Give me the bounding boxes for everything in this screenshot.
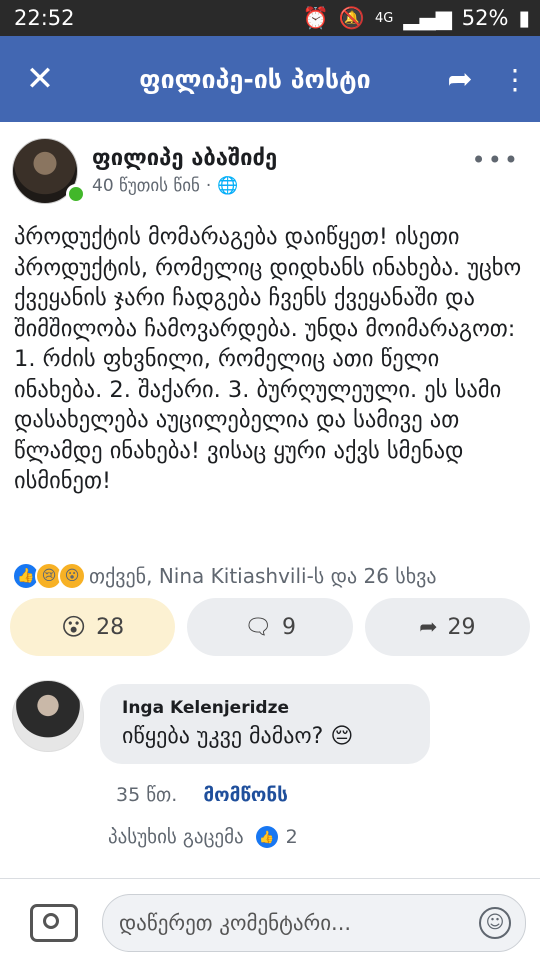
post-time[interactable]: 40 წუთის წინ — [92, 176, 200, 196]
share-icon: ➦ — [419, 614, 438, 640]
reactions-text: თქვენ, Nina Kitiashvili-ს და 26 სხვა — [89, 564, 437, 588]
post-options-icon[interactable]: ••• — [472, 146, 520, 174]
comment-count: 9 — [281, 614, 296, 640]
comment-reply-row: პასუხის გაცემა 👍 2 — [108, 826, 298, 848]
comment-actions: 35 წთ. მომწონს — [116, 784, 288, 806]
dot-separator: · — [205, 176, 212, 196]
globe-icon: 🌐 — [217, 176, 239, 196]
comment-input-placeholder: დაწერეთ კომენტარი... — [119, 911, 352, 935]
vertical-dots-icon[interactable]: ⋮ — [490, 63, 540, 96]
comment-composer: დაწერეთ კომენტარი... ☺ — [0, 886, 540, 960]
online-indicator — [66, 184, 86, 204]
comment-like-number: 2 — [285, 826, 298, 848]
comment-input[interactable]: დაწერეთ კომენტარი... ☺ — [102, 894, 526, 952]
share-button[interactable]: ➦ 29 — [364, 598, 530, 656]
emoji-icon[interactable]: ☺ — [479, 907, 511, 939]
post-meta: 40 წუთის წინ · 🌐 — [92, 176, 238, 196]
close-icon[interactable]: ✕ — [0, 59, 80, 99]
camera-icon[interactable] — [30, 904, 78, 942]
share-arrow-icon[interactable]: ➦ — [430, 62, 490, 97]
share-count: 29 — [447, 614, 476, 640]
wow-reaction-icon: 😮 — [58, 562, 86, 590]
status-bar: 22:52 ⏰ 🔕 4G ▂▄▆ 52% ▮ — [0, 0, 540, 36]
post-action-buttons: 😮 28 🗨 9 ➦ 29 — [10, 598, 530, 656]
wow-count: 28 — [96, 614, 125, 640]
page-title: ფილიპე-ის პოსტი — [139, 64, 371, 94]
wow-reaction-button[interactable]: 😮 28 — [10, 598, 176, 656]
divider — [0, 878, 540, 879]
post-header: ფილიპე აბაშიძე 40 წუთის წინ · 🌐 ••• — [0, 132, 540, 212]
comment-icon: 🗨 — [244, 614, 272, 640]
comment-button[interactable]: 🗨 9 — [187, 598, 353, 656]
comment-bubble[interactable]: Inga Kelenjeridze იწყება უკვე მამაო? 😔 — [100, 684, 430, 764]
battery-level: 52% — [461, 6, 509, 30]
comment-like-button[interactable]: მომწონს — [203, 784, 288, 806]
post-text: პროდუქტის მომარაგება დაიწყეთ! ისეთი პროდ… — [14, 224, 522, 494]
comment-time: 35 წთ. — [116, 784, 178, 806]
network-type: 4G — [374, 10, 394, 26]
reactions-summary[interactable]: 👍 😢 😮 თქვენ, Nina Kitiashvili-ს და 26 სხ… — [12, 561, 532, 591]
battery-icon: ▮ — [518, 6, 530, 30]
status-time: 22:52 — [14, 6, 75, 30]
commenter-avatar[interactable] — [12, 680, 84, 752]
comment-text: იწყება უკვე მამაო? 😔 — [122, 724, 354, 749]
comment-like-count[interactable]: 👍 2 — [255, 826, 298, 848]
commenter-name[interactable]: Inga Kelenjeridze — [122, 698, 289, 718]
reaction-icons: 👍 😢 😮 — [12, 562, 86, 590]
author-name[interactable]: ფილიპე აბაშიძე — [92, 146, 277, 171]
wow-icon: 😮 — [61, 613, 87, 641]
signal-icon: ▂▄▆ — [403, 6, 452, 30]
comment-reply-button[interactable]: პასუხის გაცემა — [108, 826, 244, 848]
top-nav: ✕ ფილიპე-ის პოსტი ➦ ⋮ — [0, 36, 540, 122]
like-icon: 👍 — [255, 826, 278, 848]
mute-icon: 🔕 — [338, 5, 365, 30]
alarm-icon: ⏰ — [302, 5, 329, 30]
status-icons: ⏰ 🔕 4G ▂▄▆ 52% ▮ — [303, 6, 530, 31]
